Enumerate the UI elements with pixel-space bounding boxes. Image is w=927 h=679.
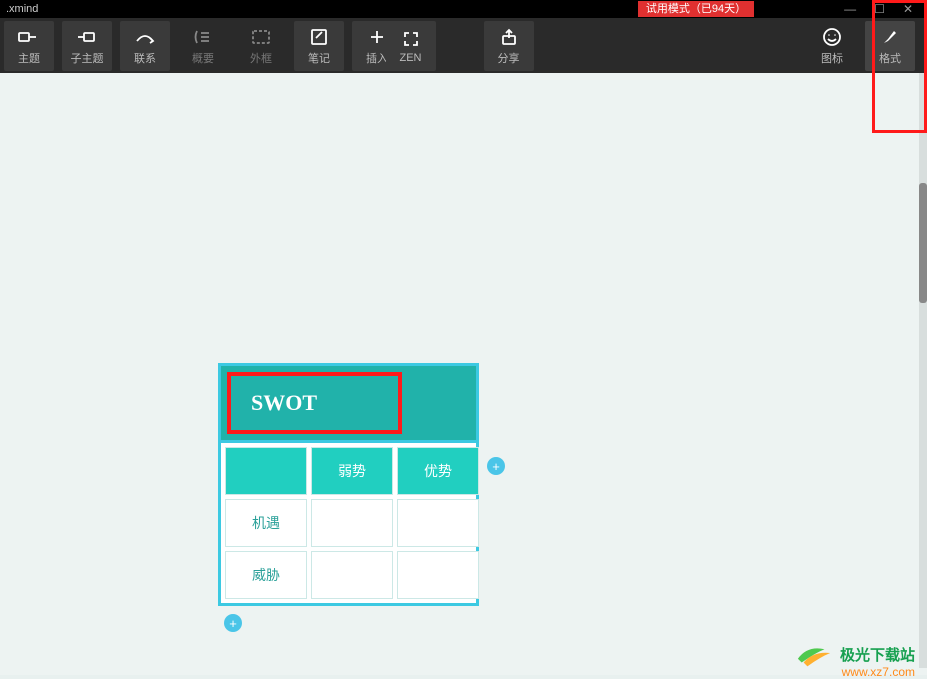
watermark-url: www.xz7.com (842, 665, 915, 679)
plus-icon (368, 26, 386, 48)
swot-col-weak[interactable]: 弱势 (311, 447, 393, 495)
swot-cell[interactable] (397, 499, 479, 547)
main-toolbar: 主题 子主题 联系 概要 外框 笔记 插入 (0, 18, 927, 73)
boundary-button[interactable]: 外框 (236, 21, 286, 71)
add-column-button[interactable]: + (487, 457, 505, 475)
brush-icon (880, 26, 900, 48)
boundary-icon (251, 26, 271, 48)
add-row-button[interactable]: + (224, 614, 242, 632)
notes-button[interactable]: 笔记 (294, 21, 344, 71)
vertical-scrollbar[interactable] (919, 73, 927, 668)
share-icon (500, 26, 518, 48)
swot-col-strong[interactable]: 优势 (397, 447, 479, 495)
swot-corner-cell[interactable] (225, 447, 307, 495)
swot-cell[interactable] (311, 551, 393, 599)
scrollbar-thumb[interactable] (919, 183, 927, 303)
swot-matrix[interactable]: SWOT 弱势 优势 机遇 威胁 + + (218, 363, 479, 606)
summary-button[interactable]: 概要 (178, 21, 228, 71)
format-button[interactable]: 格式 (865, 21, 915, 71)
relation-icon (134, 26, 156, 48)
topic-button[interactable]: 主题 (4, 21, 54, 71)
window-titlebar: .xmind 试用模式（已94天） — ☐ ✕ (0, 0, 927, 18)
mindmap-canvas[interactable]: SWOT 弱势 优势 机遇 威胁 + + 极光下载站 www.xz7.com (0, 73, 927, 675)
swot-cell[interactable] (397, 551, 479, 599)
swot-cell[interactable] (311, 499, 393, 547)
trial-mode-badge: 试用模式（已94天） (638, 1, 754, 17)
swot-title[interactable]: SWOT (227, 372, 402, 434)
share-button[interactable]: 分享 (484, 21, 534, 71)
swot-header[interactable]: SWOT (218, 363, 479, 443)
icons-button[interactable]: 图标 (807, 21, 857, 71)
minimize-button[interactable]: — (844, 2, 856, 16)
topic-icon (18, 26, 40, 48)
swot-grid: 弱势 优势 机遇 威胁 (218, 443, 479, 606)
relation-button[interactable]: 联系 (120, 21, 170, 71)
smiley-icon (822, 26, 842, 48)
subtopic-icon (76, 26, 98, 48)
maximize-button[interactable]: ☐ (874, 2, 885, 16)
subtopic-button[interactable]: 子主题 (62, 21, 112, 71)
watermark: 极光下载站 www.xz7.com (796, 639, 915, 669)
watermark-logo-icon (796, 639, 834, 669)
swot-row-threat[interactable]: 威胁 (225, 551, 307, 599)
watermark-text: 极光下载站 (840, 644, 915, 665)
app-title: .xmind (6, 3, 38, 15)
zen-button[interactable]: ZEN (386, 21, 436, 71)
swot-row-opportunity[interactable]: 机遇 (225, 499, 307, 547)
notes-icon (310, 26, 328, 48)
close-button[interactable]: ✕ (903, 2, 913, 16)
fullscreen-icon (402, 28, 420, 50)
summary-icon (193, 26, 213, 48)
